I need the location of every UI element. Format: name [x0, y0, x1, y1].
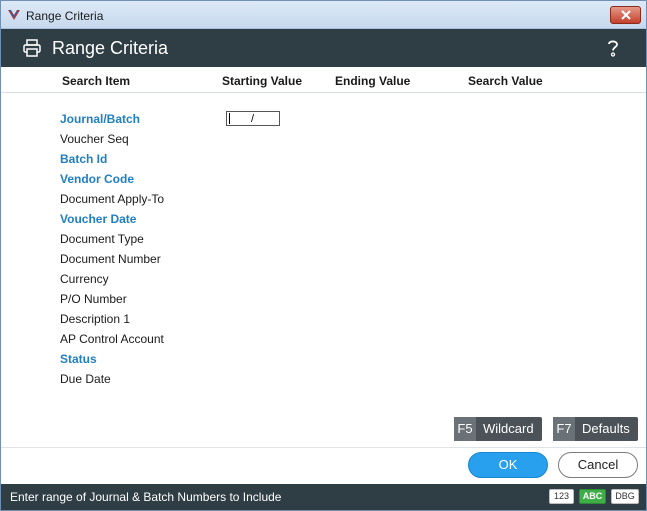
status-bar: Enter range of Journal & Batch Numbers t…: [1, 484, 646, 510]
wildcard-label: Wildcard: [483, 421, 534, 436]
search-item[interactable]: Document Apply-To: [60, 192, 164, 206]
cancel-button[interactable]: Cancel: [558, 452, 638, 478]
search-item[interactable]: Voucher Date: [60, 212, 136, 226]
search-item[interactable]: Document Number: [60, 252, 161, 266]
search-item[interactable]: AP Control Account: [60, 332, 164, 346]
search-item[interactable]: Status: [60, 352, 97, 366]
search-item[interactable]: Journal/Batch: [60, 112, 140, 126]
defaults-label: Defaults: [582, 421, 630, 436]
search-item[interactable]: Document Type: [60, 232, 144, 246]
column-search-item: Search Item: [62, 74, 131, 88]
wildcard-key: F5: [454, 417, 476, 441]
printer-icon: [23, 39, 41, 57]
search-item[interactable]: Vendor Code: [60, 172, 134, 186]
close-icon: [621, 10, 631, 20]
debug-badge: DBG: [611, 489, 639, 504]
column-search-value: Search Value: [468, 74, 543, 88]
app-logo-icon: [8, 9, 20, 20]
divider: [1, 447, 646, 448]
defaults-button[interactable]: F7 Defaults: [553, 417, 638, 441]
wildcard-button[interactable]: F5 Wildcard: [454, 417, 542, 441]
window-title: Range Criteria: [26, 9, 104, 23]
status-text: Enter range of Journal & Batch Numbers t…: [10, 490, 282, 504]
title-bar: Range Criteria: [1, 1, 646, 29]
journal-batch-starting-input[interactable]: [226, 111, 280, 126]
column-starting-value: Starting Value: [222, 74, 303, 88]
column-ending-value: Ending Value: [335, 74, 411, 88]
text-mode-badge: ABC: [579, 489, 606, 504]
page-title: Range Criteria: [52, 38, 169, 58]
search-item[interactable]: Batch Id: [60, 152, 107, 166]
numeric-mode-badge: 123: [549, 489, 574, 504]
defaults-key: F7: [553, 417, 575, 441]
text-caret: [229, 113, 230, 124]
column-header-row: Search Item Starting Value Ending Value …: [1, 67, 646, 93]
search-item[interactable]: Voucher Seq: [60, 132, 129, 146]
range-criteria-window: Range Criteria Range Criteria Search Ite…: [0, 0, 647, 511]
search-item[interactable]: Currency: [60, 272, 109, 286]
search-item[interactable]: Description 1: [60, 312, 130, 326]
ok-button[interactable]: OK: [468, 452, 548, 478]
search-item[interactable]: P/O Number: [60, 292, 127, 306]
search-item[interactable]: Due Date: [60, 372, 111, 386]
help-icon[interactable]: [605, 38, 621, 58]
dialog-header: Range Criteria: [1, 29, 646, 67]
window-close-button[interactable]: [610, 6, 641, 24]
